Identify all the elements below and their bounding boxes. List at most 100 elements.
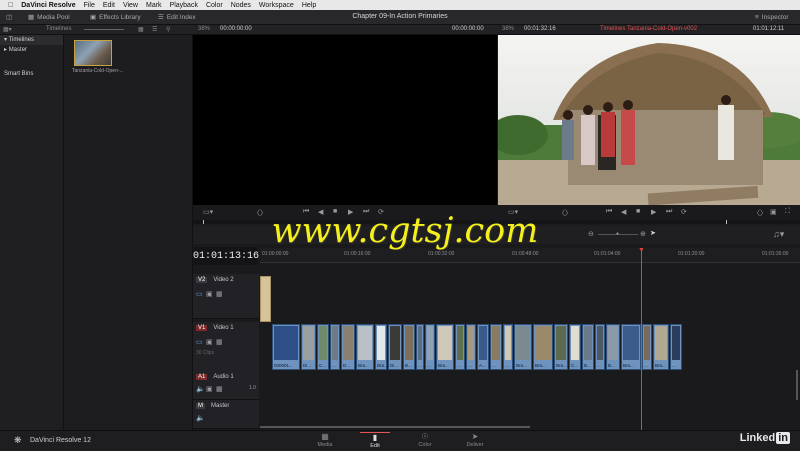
zoom-slider-knob[interactable]: ● — [616, 231, 619, 237]
audio-meter-icon[interactable]: ♫▾ — [773, 229, 784, 240]
timeline-clip[interactable]: D... — [341, 324, 355, 370]
timeline-clip[interactable]: A... — [477, 324, 489, 370]
track-header-v1[interactable]: V1 Video 1 ▭ ▣ ▦ 30 Clips — [193, 322, 259, 373]
timeline-zoom[interactable]: 38% — [502, 26, 514, 32]
timeline-clip[interactable]: Bra... — [375, 324, 387, 370]
enable-track-icon[interactable]: ▦ — [216, 290, 223, 298]
timeline-clip[interactable]: ... — [330, 324, 340, 370]
zoom-out-icon[interactable]: ⊖ — [588, 230, 594, 238]
playhead-marker-icon[interactable]: ▼ — [638, 247, 645, 254]
timeline-clip[interactable]: C... — [317, 324, 329, 370]
track-header-a1[interactable]: A1 Audio 1 🔈 ▣ ▦ 1.0 — [193, 371, 259, 400]
timeline-clip[interactable]: Bra... — [514, 324, 532, 370]
tl-jump-end-icon[interactable]: ⏭ — [666, 208, 672, 216]
auto-select-icon[interactable]: ▣ — [206, 385, 213, 393]
auto-select-icon[interactable]: ▣ — [206, 290, 213, 298]
timeline-clip[interactable]: Bra... — [436, 324, 454, 370]
timeline-clip[interactable]: ... — [455, 324, 465, 370]
viewer-options-icon[interactable]: ▭▾ — [203, 208, 213, 216]
clip-label: ... — [505, 363, 509, 368]
timeline-clip[interactable]: ... — [503, 324, 513, 370]
timeline-clip[interactable]: C... — [569, 324, 581, 370]
menu-app-name[interactable]: DaVinci Resolve — [21, 2, 75, 9]
timeline-clip[interactable]: Bra... — [653, 324, 669, 370]
bin-master[interactable]: ▸ Master — [0, 45, 63, 55]
timeline-clip[interactable]: Di... — [301, 324, 316, 370]
tl-play-icon[interactable]: ▶ — [651, 208, 656, 216]
timeline-clip[interactable]: Bra... — [356, 324, 374, 370]
speaker-icon[interactable]: 🔈 — [196, 414, 205, 422]
menu-color[interactable]: Color — [206, 2, 223, 9]
timeline-clip[interactable]: ... — [466, 324, 476, 370]
timeline-clip[interactable]: Bra... — [621, 324, 641, 370]
chevron-right-icon: ▸ — [4, 47, 8, 53]
source-viewer[interactable] — [193, 35, 497, 205]
timeline-clip[interactable]: ... — [670, 324, 682, 370]
grid-view-icon[interactable]: ▦ — [138, 26, 144, 33]
timeline-clip[interactable]: ... — [595, 324, 605, 370]
tl-play-reverse-icon[interactable]: ◀ — [621, 208, 626, 216]
zoom-in-icon[interactable]: ⊕ — [640, 230, 646, 238]
smart-bins-header[interactable]: Smart Bins — [0, 69, 63, 79]
page-deliver[interactable]: ➤ Deliver — [460, 432, 490, 450]
page-media[interactable]: ▦ Media — [310, 432, 340, 450]
timeline-vertical-scrollbar[interactable] — [796, 370, 798, 400]
timeline-clip[interactable]: Bra... — [533, 324, 553, 370]
apple-menu-icon[interactable]:  — [8, 2, 13, 9]
menu-playback[interactable]: Playback — [170, 2, 198, 9]
timeline-clip[interactable]: B... — [403, 324, 415, 370]
clip-thumbnail-image — [644, 326, 650, 360]
speaker-icon[interactable]: 🔈 — [196, 385, 205, 393]
source-timecode-right: 00:00:00:00 — [452, 26, 484, 32]
track-header-v2[interactable]: V2 Video 2 ▭ ▣ ▦ — [193, 274, 259, 319]
enable-track-icon[interactable]: ▦ — [216, 338, 223, 346]
track-header-master[interactable]: M Master 🔈 — [193, 400, 259, 429]
clip-v2[interactable] — [260, 276, 271, 322]
timeline-viewer[interactable] — [498, 35, 800, 205]
mark-in-icon[interactable]: 〈〉 — [753, 208, 767, 218]
menu-view[interactable]: View — [123, 2, 138, 9]
inspector-button[interactable]: ≡ Inspector — [755, 12, 789, 22]
timeline-clip[interactable]: B... — [582, 324, 594, 370]
timeline-clip[interactable]: 000001... — [272, 324, 300, 370]
source-zoom[interactable]: 38% — [198, 26, 210, 32]
timeline-clip[interactable]: ... — [490, 324, 502, 370]
timeline-clip[interactable]: ... — [425, 324, 435, 370]
clip-thumbnail-image — [672, 326, 680, 360]
enable-track-icon[interactable]: ▦ — [216, 385, 223, 393]
inspector-icon: ≡ — [755, 13, 759, 21]
thumb-size-slider[interactable] — [84, 29, 124, 30]
clip-thumbnail[interactable] — [74, 40, 112, 66]
timeline-clip[interactable]: B... — [606, 324, 620, 370]
linkedin-text: Linked — [739, 432, 776, 444]
menu-workspace[interactable]: Workspace — [259, 2, 294, 9]
clip-thumbnail-image — [479, 326, 487, 360]
fullscreen-icon[interactable]: ⛶ — [785, 208, 790, 216]
timeline-clip[interactable]: Di... — [388, 324, 402, 370]
tl-stop-icon[interactable]: ■ — [636, 208, 640, 215]
timeline-clip[interactable]: ... — [416, 324, 424, 370]
auto-select-icon[interactable]: ▣ — [206, 338, 213, 346]
source-playhead[interactable] — [203, 220, 204, 224]
timeline-horizontal-scrollbar[interactable] — [260, 426, 530, 428]
menu-file[interactable]: File — [84, 2, 95, 9]
timeline-clip[interactable]: Bra... — [554, 324, 568, 370]
track-lock-icon[interactable]: ▭ — [196, 338, 203, 346]
bin-list-icon[interactable]: ▦▾ — [3, 26, 12, 33]
page-color[interactable]: ☉ Color — [410, 432, 440, 450]
timeline-clip[interactable]: ... — [642, 324, 652, 370]
menu-help[interactable]: Help — [302, 2, 316, 9]
track-lock-icon[interactable]: ▭ — [196, 290, 203, 298]
menu-edit[interactable]: Edit — [103, 2, 115, 9]
menu-mark[interactable]: Mark — [146, 2, 162, 9]
page-edit[interactable]: ▮ Edit — [360, 432, 390, 451]
search-icon[interactable]: ⚲ — [166, 26, 170, 33]
list-view-icon[interactable]: ☰ — [152, 26, 157, 33]
match-frame-icon[interactable]: ▣ — [770, 208, 777, 216]
timeline-name[interactable]: Timelines Tanzania-Cold-Open-v002 — [600, 26, 697, 32]
timeline-viewer-playhead[interactable] — [726, 220, 727, 224]
tl-jump-start-icon[interactable]: ⏮ — [606, 208, 612, 216]
bin-timelines[interactable]: ▾ Timelines — [0, 35, 63, 45]
tl-loop-icon[interactable]: ⟳ — [681, 208, 687, 216]
menu-nodes[interactable]: Nodes — [231, 2, 251, 9]
